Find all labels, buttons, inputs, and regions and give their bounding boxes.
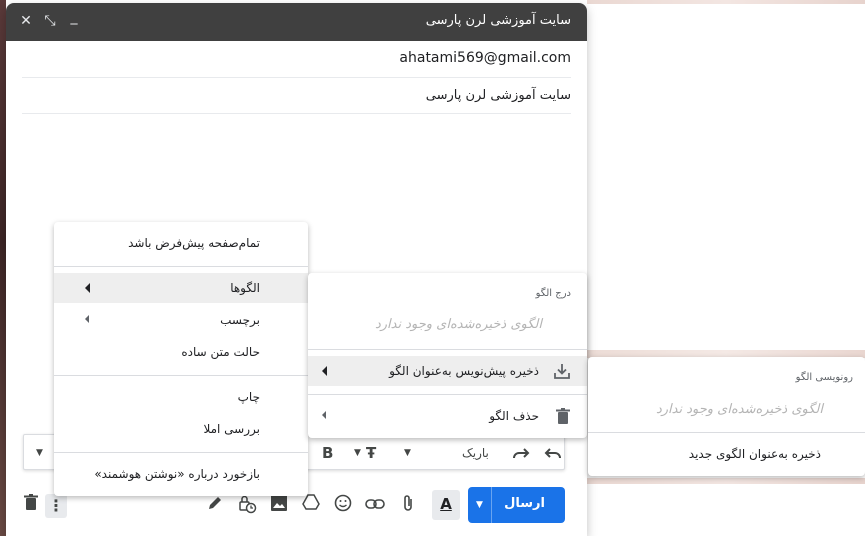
submenu-arrow-icon xyxy=(322,411,326,419)
menu-item-print[interactable]: چاپ xyxy=(54,382,308,412)
redo-icon[interactable] xyxy=(511,443,531,463)
signature-icon[interactable] xyxy=(204,494,226,516)
background-strip xyxy=(587,478,865,484)
trash-icon[interactable] xyxy=(20,494,42,516)
menu-item-delete-template[interactable]: حذف الگو xyxy=(308,401,587,431)
formatting-options-button[interactable]: A xyxy=(432,490,460,520)
subject-field[interactable]: سایت آموزشی لرن پارسی xyxy=(426,88,571,103)
no-templates-note: الگوی ذخیره‌شده‌ای وجود ندارد xyxy=(374,317,542,332)
submenu-arrow-icon xyxy=(85,315,89,323)
send-label: ارسال xyxy=(504,496,545,511)
close-icon[interactable]: ✕ xyxy=(16,11,36,31)
link-icon[interactable] xyxy=(364,494,386,516)
overwrite-template-heading: رونویسی الگو xyxy=(795,372,853,383)
chevron-down-icon[interactable]: ▼ xyxy=(36,443,43,463)
bold-icon[interactable]: B xyxy=(322,443,333,463)
font-name-select[interactable]: باریک xyxy=(462,443,489,463)
photo-icon[interactable] xyxy=(268,494,290,516)
undo-icon[interactable] xyxy=(543,443,563,463)
menu-item-save-draft-as-template[interactable]: ذخیره پیش‌نویس به‌عنوان الگو xyxy=(308,356,587,386)
menu-item-fullscreen-default[interactable]: تمام‌صفحه پیش‌فرض باشد xyxy=(54,228,308,258)
divider xyxy=(54,375,308,376)
divider xyxy=(588,432,865,433)
divider xyxy=(22,77,571,78)
insert-template-heading: درج الگو xyxy=(535,288,571,299)
font-size-icon[interactable]: Ŧ xyxy=(366,443,376,463)
menu-item-save-as-new-template[interactable]: ذخیره به‌عنوان الگوی جدید xyxy=(588,439,865,469)
divider xyxy=(308,349,587,350)
background-strip xyxy=(587,0,865,4)
fullscreen-icon[interactable]: ⤡ xyxy=(40,11,60,31)
divider xyxy=(308,394,587,395)
emoji-icon[interactable] xyxy=(332,494,354,516)
recipient-chip[interactable]: ahatami569@gmail.com xyxy=(399,50,571,66)
more-options-icon[interactable]: ⋮ xyxy=(45,494,67,518)
submenu-arrow-icon xyxy=(85,283,90,293)
download-icon xyxy=(553,362,571,380)
menu-item-plain-text[interactable]: حالت متن ساده xyxy=(54,337,308,367)
trash-icon xyxy=(553,407,571,425)
send-options-icon[interactable]: ▼ xyxy=(468,487,492,523)
more-options-menu: تمام‌صفحه پیش‌فرض باشد الگوها برچسب حالت… xyxy=(54,222,308,496)
minimize-icon[interactable]: _ xyxy=(64,7,84,27)
menu-item-label[interactable]: برچسب xyxy=(54,305,308,335)
drive-icon[interactable] xyxy=(300,494,322,516)
submenu-arrow-icon xyxy=(322,366,327,376)
compose-title: سایت آموزشی لرن پارسی xyxy=(425,13,571,28)
compose-header[interactable]: ✕ ⤡ _ سایت آموزشی لرن پارسی xyxy=(6,3,587,41)
menu-item-spellcheck[interactable]: بررسی املا xyxy=(54,414,308,444)
divider xyxy=(54,452,308,453)
templates-submenu: درج الگو الگوی ذخیره‌شده‌ای وجود ندارد ذ… xyxy=(308,273,587,438)
attach-icon[interactable] xyxy=(397,494,419,516)
divider xyxy=(22,113,571,114)
menu-item-feedback[interactable]: بازخورد درباره «نوشتن هوشمند» xyxy=(54,459,308,489)
size-dropdown-icon[interactable]: ▼ xyxy=(354,443,361,463)
no-templates-note: الگوی ذخیره‌شده‌ای وجود ندارد xyxy=(655,402,823,417)
menu-item-templates[interactable]: الگوها xyxy=(54,273,308,303)
send-button[interactable]: ▼ ارسال xyxy=(468,487,565,523)
font-dropdown-icon[interactable]: ▼ xyxy=(404,443,411,463)
overwrite-template-submenu: رونویسی الگو الگوی ذخیره‌شده‌ای وجود ندا… xyxy=(588,357,865,476)
divider xyxy=(54,266,308,267)
confidential-icon[interactable] xyxy=(236,494,258,516)
